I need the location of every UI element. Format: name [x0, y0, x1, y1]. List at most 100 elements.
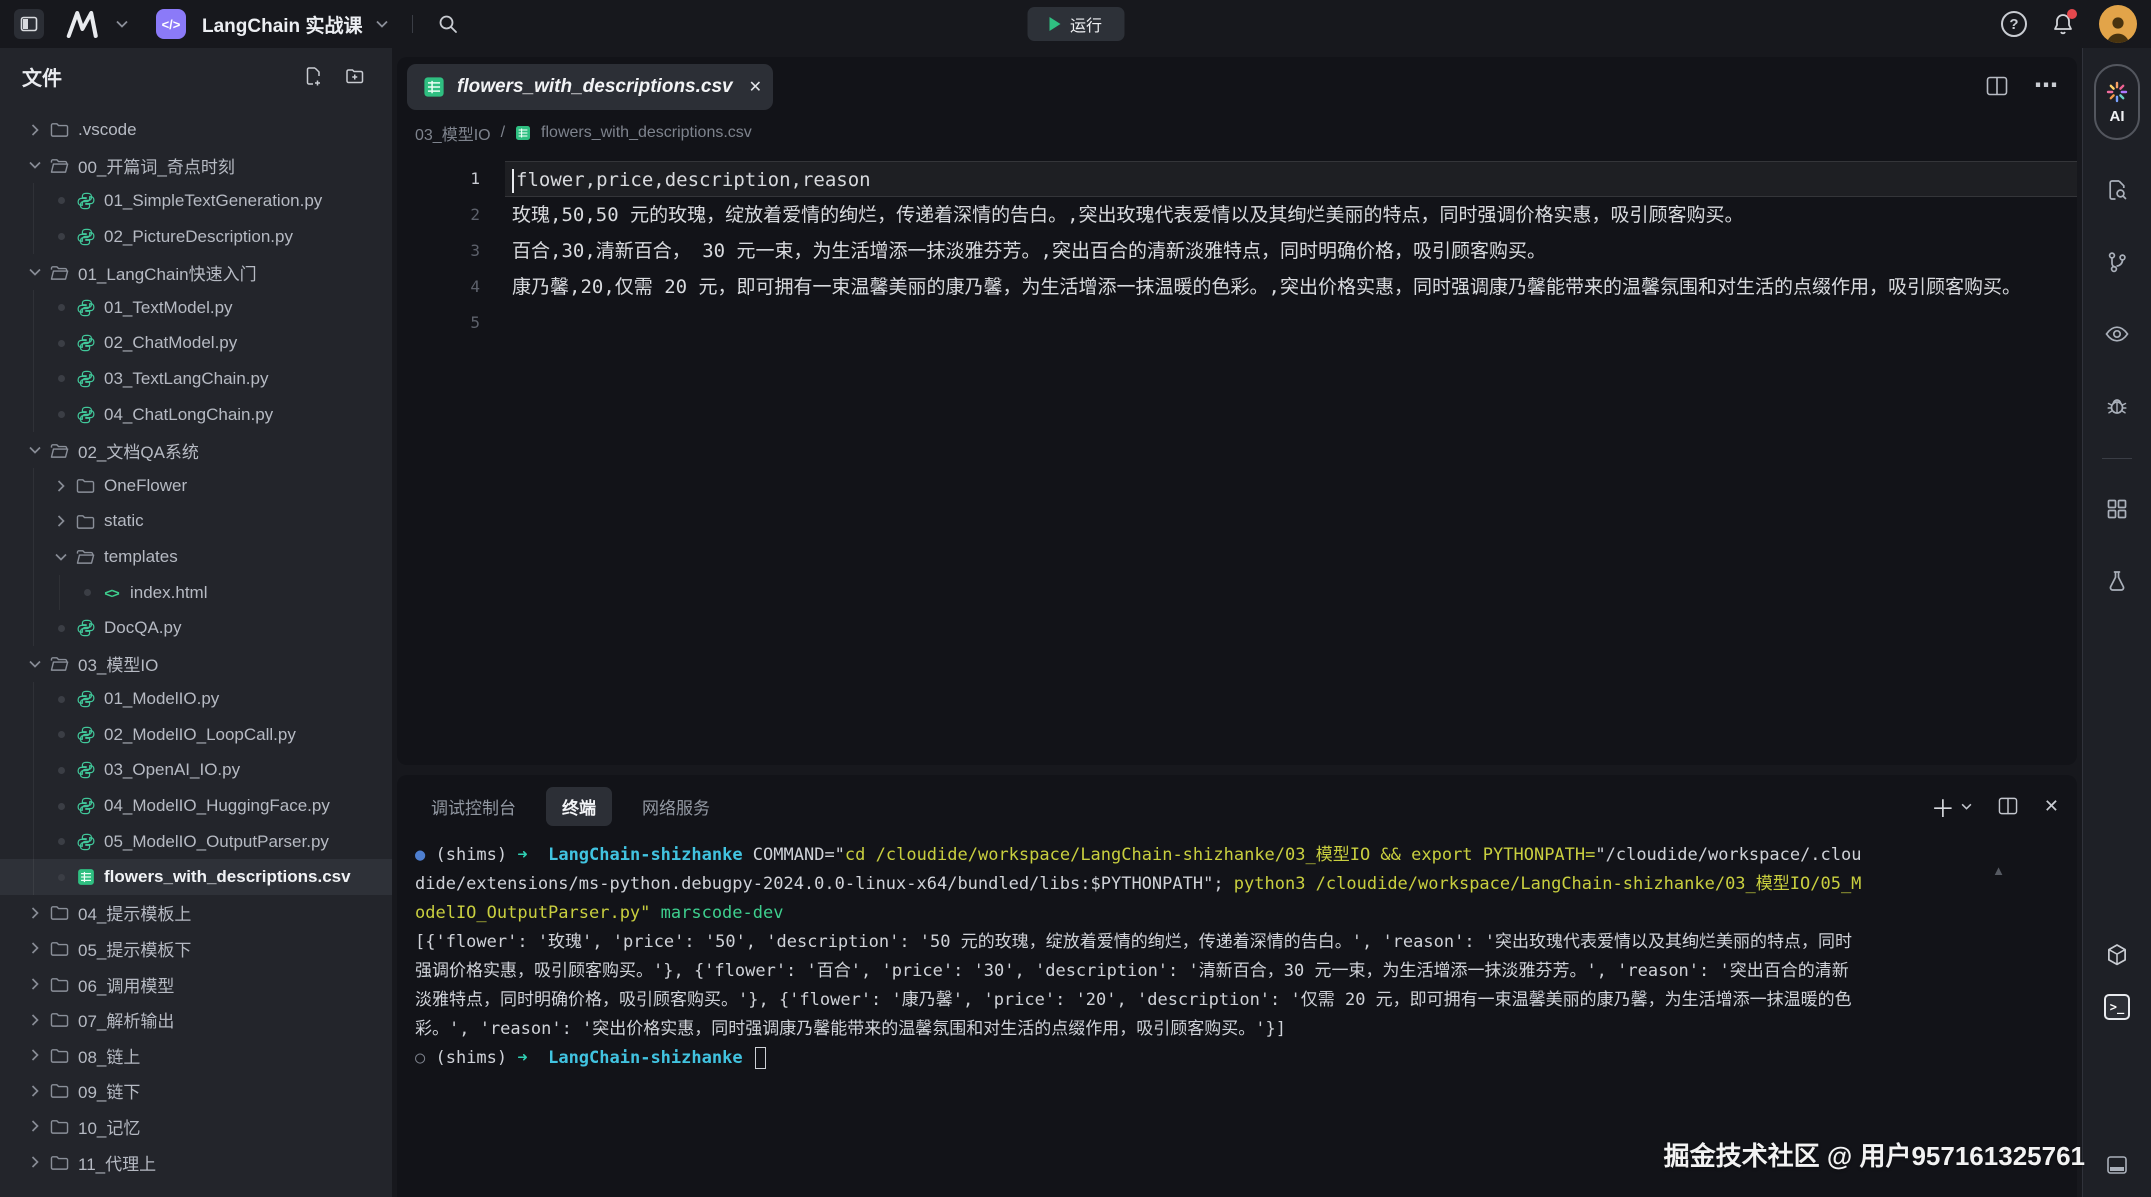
terminal-line: ● (shims) ➜ LangChain-shizhanke COMMAND=… [415, 841, 1865, 928]
chevron-down-icon [1961, 803, 1972, 810]
tree-item[interactable]: 03_OpenAI_IO.py [0, 753, 392, 789]
source-control-icon[interactable] [2095, 240, 2139, 284]
tab-close-icon[interactable]: ✕ [749, 77, 762, 97]
ai-assistant-button[interactable]: AI [2094, 64, 2140, 140]
tree-item[interactable]: 02_ModelIO_LoopCall.py [0, 717, 392, 753]
tab-debug-console[interactable]: 调试控制台 [415, 787, 532, 826]
code-review-eye-icon[interactable] [2095, 312, 2139, 356]
chevron-down-icon[interactable] [27, 267, 43, 277]
chevron-right-icon[interactable] [27, 1014, 43, 1026]
tree-item[interactable]: 10_记忆 [0, 1109, 392, 1145]
new-folder-button[interactable] [345, 66, 366, 86]
editor-tab-active[interactable]: flowers_with_descriptions.csv ✕ [407, 64, 773, 110]
close-panel-icon[interactable]: ✕ [2044, 796, 2059, 817]
chevron-right-icon[interactable] [27, 978, 43, 990]
tree-item-label: 04_ChatLongChain.py [104, 405, 273, 425]
chevron-right-icon[interactable] [27, 1120, 43, 1132]
tree-item-label: 04_提示模板上 [78, 900, 191, 925]
chevron-down-icon[interactable] [53, 552, 69, 562]
tree-item[interactable]: 04_ChatLongChain.py [0, 397, 392, 433]
notifications-button[interactable] [2051, 12, 2075, 36]
chevron-down-icon[interactable] [27, 445, 43, 455]
chevron-down-icon[interactable] [27, 160, 43, 170]
debug-bug-icon[interactable] [2095, 384, 2139, 428]
lab-flask-icon[interactable] [2095, 559, 2139, 603]
workspace-title[interactable]: LangChain 实战课 [202, 11, 362, 38]
chevron-right-icon[interactable] [53, 480, 69, 492]
avatar[interactable] [2099, 5, 2137, 43]
tree-item[interactable]: 02_PictureDescription.py [0, 219, 392, 255]
new-file-button[interactable] [303, 66, 323, 86]
tree-item[interactable]: 09_链下 [0, 1073, 392, 1109]
tree-item[interactable]: 11_代理上 [0, 1144, 392, 1180]
code-line[interactable]: 1flower,price,description,reason [397, 161, 2077, 197]
tab-terminal[interactable]: 终端 [546, 787, 612, 826]
code-line[interactable]: 5 [397, 305, 2077, 341]
package-cube-icon[interactable] [2095, 933, 2139, 977]
chevron-down-icon[interactable] [27, 659, 43, 669]
layout-panel-icon[interactable] [2095, 1143, 2139, 1187]
tree-item[interactable]: 02_ChatModel.py [0, 326, 392, 362]
tree-item[interactable]: 04_提示模板上 [0, 895, 392, 931]
extensions-grid-icon[interactable] [2095, 487, 2139, 531]
chevron-right-icon[interactable] [27, 942, 43, 954]
code-editor[interactable]: 1flower,price,description,reason2玫瑰,50,5… [397, 161, 2077, 341]
tree-item[interactable]: 01_LangChain快速入门 [0, 254, 392, 290]
tree-item[interactable]: templates [0, 539, 392, 575]
marscode-logo[interactable] [66, 10, 102, 38]
chevron-right-icon[interactable] [27, 1156, 43, 1168]
tree-item[interactable]: 03_TextLangChain.py [0, 361, 392, 397]
tree-item[interactable]: 06_调用模型 [0, 966, 392, 1002]
help-icon[interactable]: ? [2001, 11, 2027, 37]
tree-item[interactable]: 05_提示模板下 [0, 931, 392, 967]
chevron-right-icon[interactable] [27, 1049, 43, 1061]
breadcrumb-separator: / [501, 124, 505, 142]
folder-open-icon [50, 264, 69, 281]
workspace-chevron-down-icon[interactable] [376, 20, 388, 28]
terminal-output[interactable]: ● (shims) ➜ LangChain-shizhanke COMMAND=… [397, 837, 1957, 1073]
tree-item[interactable]: 01_TextModel.py [0, 290, 392, 326]
scroll-up-icon[interactable]: ▲ [1992, 863, 2005, 878]
breadcrumb-folder[interactable]: 03_模型IO [415, 121, 491, 145]
tree-item[interactable]: 01_SimpleTextGeneration.py [0, 183, 392, 219]
tree-item[interactable]: 02_文档QA系统 [0, 432, 392, 468]
chevron-right-icon[interactable] [27, 124, 43, 136]
tree-item[interactable]: 04_ModelIO_HuggingFace.py [0, 788, 392, 824]
terminal-panel-icon[interactable]: >_ [2095, 985, 2139, 1029]
code-line[interactable]: 3百合,30,清新百合， 30 元一束，为生活增添一抹淡雅芬芳。,突出百合的清新… [397, 233, 2077, 269]
tree-item[interactable]: 00_开篇词_奇点时刻 [0, 148, 392, 184]
folder-icon [50, 121, 69, 138]
breadcrumb-file[interactable]: flowers_with_descriptions.csv [541, 124, 752, 142]
tree-item[interactable]: DocQA.py [0, 610, 392, 646]
search-icon[interactable] [437, 13, 459, 35]
csv-file-icon [423, 76, 445, 98]
tree-item[interactable]: 05_ModelIO_OutputParser.py [0, 824, 392, 860]
html-file-icon: <> [102, 585, 121, 601]
tree-item[interactable]: OneFlower [0, 468, 392, 504]
new-terminal-button[interactable]: ＋ [1931, 789, 1972, 824]
split-terminal-icon[interactable] [1998, 797, 2018, 815]
more-actions-icon[interactable]: ⋯ [2034, 71, 2059, 100]
tree-item[interactable]: flowers_with_descriptions.csv [0, 859, 392, 895]
tab-network-service[interactable]: 网络服务 [626, 787, 726, 826]
chevron-right-icon[interactable] [27, 1085, 43, 1097]
run-button[interactable]: 运行 [1027, 7, 1124, 41]
chevron-down-icon[interactable] [116, 20, 128, 28]
code-line[interactable]: 4康乃馨,20,仅需 20 元，即可拥有一束温馨美丽的康乃馨，为生活增添一抹温暖… [397, 269, 2077, 305]
code-line[interactable]: 2玫瑰,50,50 元的玫瑰，绽放着爱情的绚烂，传递着深情的告白。,突出玫瑰代表… [397, 197, 2077, 233]
file-search-icon[interactable] [2095, 168, 2139, 212]
sidebar-toggle-button[interactable] [14, 9, 44, 39]
tree-item[interactable]: 03_模型IO [0, 646, 392, 682]
file-tree: .vscode00_开篇词_奇点时刻01_SimpleTextGeneratio… [0, 112, 392, 1197]
tree-item-label: 08_链上 [78, 1043, 140, 1068]
tree-item[interactable]: static [0, 504, 392, 540]
tree-item[interactable]: <>index.html [0, 575, 392, 611]
plus-icon: ＋ [1931, 789, 1955, 824]
tree-item[interactable]: 01_ModelIO.py [0, 682, 392, 718]
chevron-right-icon[interactable] [27, 907, 43, 919]
tree-item[interactable]: 07_解析输出 [0, 1002, 392, 1038]
chevron-right-icon[interactable] [53, 515, 69, 527]
split-editor-icon[interactable] [1986, 76, 2008, 96]
tree-item[interactable]: 08_链上 [0, 1037, 392, 1073]
tree-item[interactable]: .vscode [0, 112, 392, 148]
